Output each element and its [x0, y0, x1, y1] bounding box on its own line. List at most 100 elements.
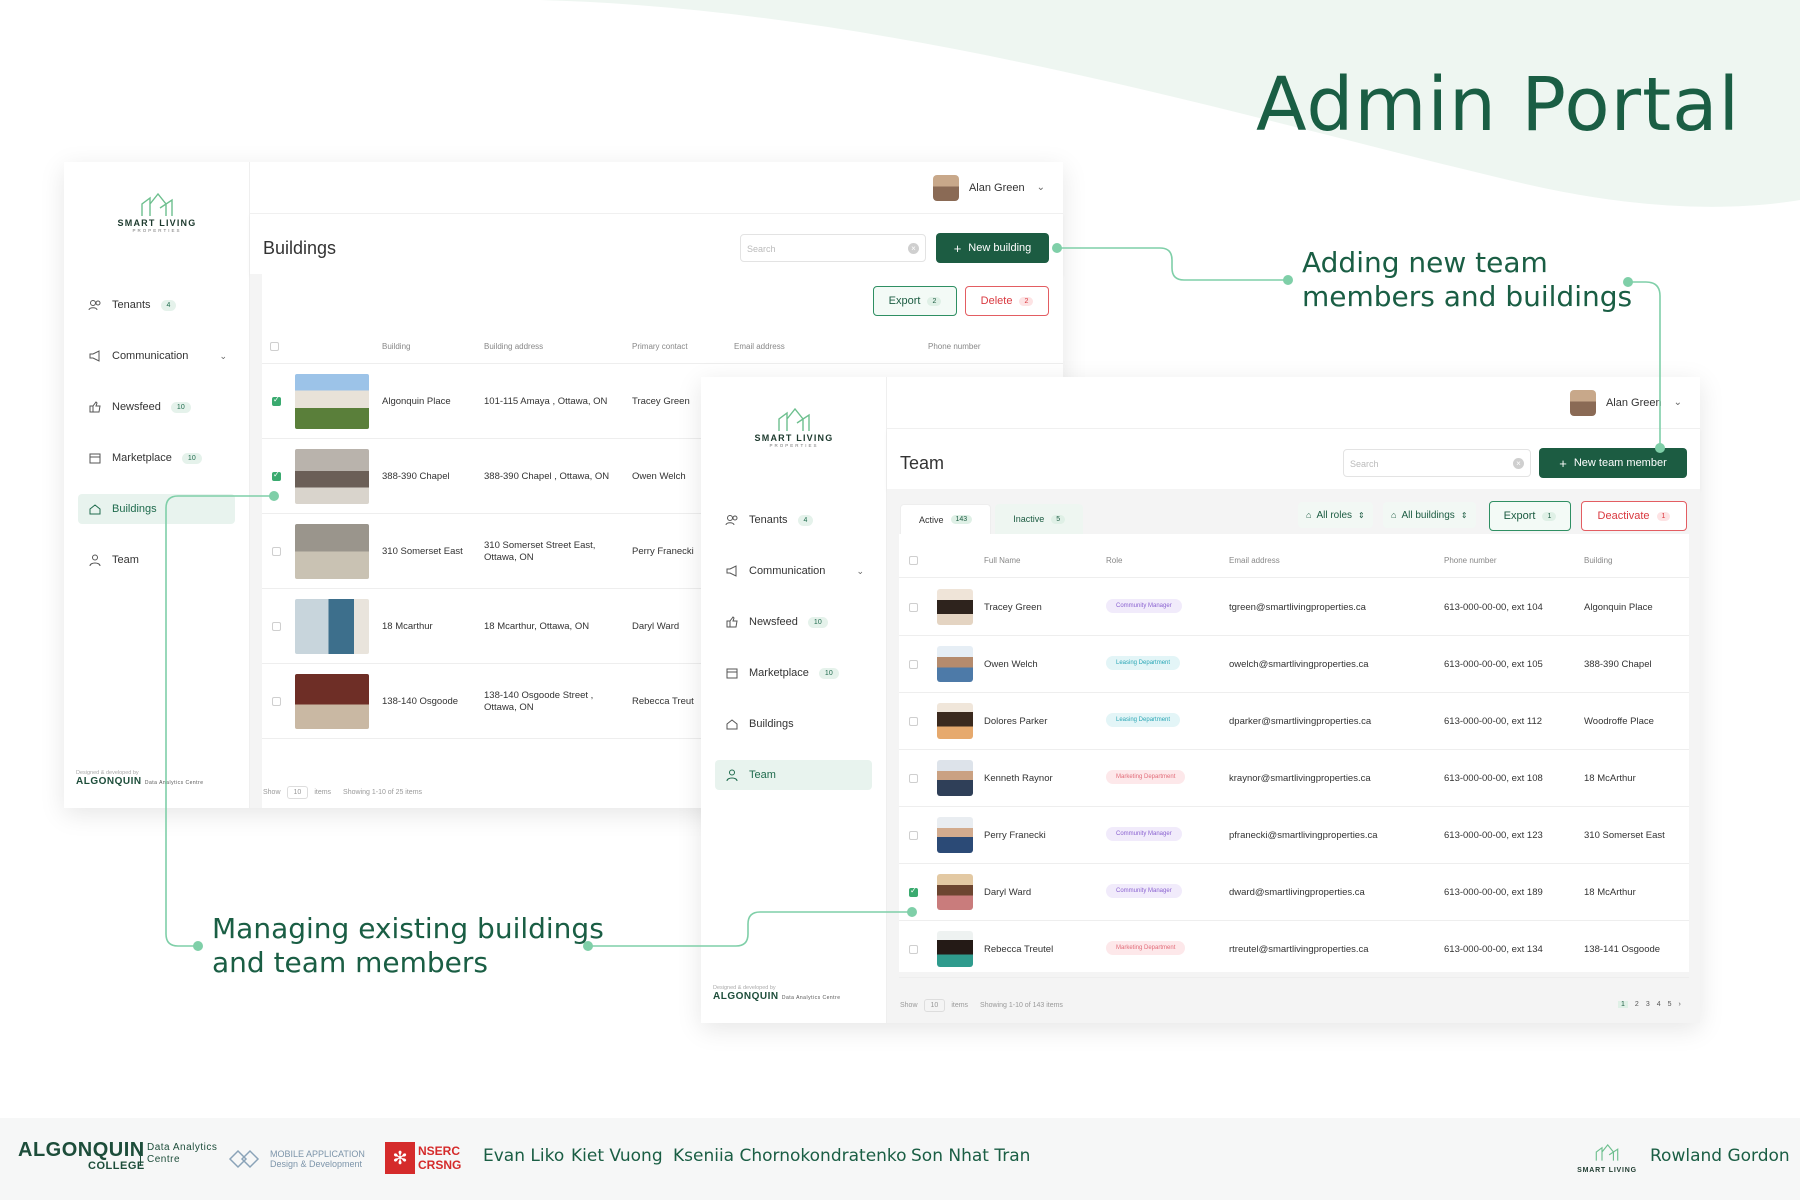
table-row[interactable]: Dolores Parker Leasing Department dparke…: [899, 693, 1689, 750]
building-name[interactable]: 310 Somerset East: [382, 546, 463, 557]
row-checkbox[interactable]: [272, 622, 281, 631]
member-email[interactable]: owelch@smartlivingproperties.ca: [1229, 659, 1369, 670]
marketplace-badge: 10: [818, 667, 839, 679]
row-checkbox[interactable]: [272, 395, 281, 406]
building-name[interactable]: 138-140 Osgoode: [382, 696, 458, 707]
table-row[interactable]: Owen Welch Leasing Department owelch@sma…: [899, 636, 1689, 693]
tab-inactive[interactable]: Inactive 5: [995, 504, 1084, 534]
row-checkbox[interactable]: [909, 660, 918, 669]
page-link[interactable]: 4: [1657, 1001, 1661, 1008]
per-page-select[interactable]: 10: [923, 999, 946, 1012]
member-email[interactable]: dward@smartlivingproperties.ca: [1229, 887, 1365, 898]
nav-item-newsfeed[interactable]: Newsfeed 10: [78, 392, 235, 422]
nav-item-buildings[interactable]: Buildings: [715, 709, 872, 739]
roles-filter[interactable]: ⌂ All roles ⇕: [1298, 502, 1373, 528]
col-building[interactable]: Building: [382, 342, 410, 351]
nav-item-buildings[interactable]: Buildings: [78, 494, 235, 524]
person-icon: [725, 768, 739, 782]
nav-item-team[interactable]: Team: [715, 760, 872, 790]
table-row[interactable]: Tracey Green Community Manager tgreen@sm…: [899, 579, 1689, 636]
row-checkbox[interactable]: [909, 774, 918, 783]
col-building[interactable]: Building: [1584, 556, 1612, 565]
building-address: 101-115 Amaya , Ottawa, ON: [484, 396, 607, 408]
nav-item-communication[interactable]: Communication ⌄: [78, 341, 235, 371]
select-all-checkbox[interactable]: [909, 556, 918, 565]
building-name[interactable]: 18 Mcarthur: [382, 621, 433, 632]
col-full-name[interactable]: Full Name: [984, 556, 1020, 565]
table-row[interactable]: Rebecca Treutel Marketing Department rtr…: [899, 921, 1689, 978]
close-icon[interactable]: ×: [1513, 458, 1524, 469]
nav-item-newsfeed[interactable]: Newsfeed 10: [715, 607, 872, 637]
building-name[interactable]: 388-390 Chapel: [382, 471, 450, 482]
next-page-icon[interactable]: ›: [1679, 1001, 1681, 1008]
chevron-down-icon[interactable]: ⌄: [1674, 397, 1682, 408]
user-name[interactable]: Alan Green: [969, 182, 1025, 194]
col-address[interactable]: Building address: [484, 342, 543, 351]
search-placeholder: Search: [1350, 459, 1379, 469]
megaphone-icon: [88, 349, 102, 363]
nav-item-team[interactable]: Team: [78, 545, 235, 575]
search-input[interactable]: Search ×: [740, 234, 926, 262]
member-email[interactable]: tgreen@smartlivingproperties.ca: [1229, 602, 1366, 613]
new-building-button[interactable]: + New building: [936, 233, 1049, 263]
row-checkbox[interactable]: [909, 886, 918, 897]
chevron-down-icon[interactable]: ⌄: [219, 351, 227, 362]
search-input[interactable]: Search ×: [1343, 449, 1531, 477]
avatar[interactable]: [932, 174, 959, 201]
export-count: 2: [927, 296, 942, 306]
member-email[interactable]: kraynor@smartlivingproperties.ca: [1229, 773, 1371, 784]
member-name[interactable]: Kenneth Raynor: [984, 773, 1053, 784]
buildings-filter[interactable]: ⌂ All buildings ⇕: [1383, 502, 1476, 528]
close-icon[interactable]: ×: [908, 243, 919, 254]
member-name[interactable]: Dolores Parker: [984, 716, 1047, 727]
nav-item-marketplace[interactable]: Marketplace 10: [715, 658, 872, 688]
tab-active[interactable]: Active 143: [900, 504, 992, 534]
member-email[interactable]: dparker@smartlivingproperties.ca: [1229, 716, 1371, 727]
row-checkbox[interactable]: [909, 831, 918, 840]
chevron-down-icon[interactable]: ⌄: [856, 566, 864, 577]
select-all-checkbox[interactable]: [270, 342, 279, 351]
page-link[interactable]: 1: [1618, 1001, 1628, 1008]
row-checkbox[interactable]: [909, 945, 918, 954]
deactivate-button[interactable]: Deactivate 1: [1581, 501, 1687, 531]
callout-adding-line-1: Adding new team: [1302, 246, 1548, 279]
nav-item-tenants[interactable]: Tenants 4: [78, 290, 235, 320]
chevron-down-icon[interactable]: ⌄: [1037, 182, 1045, 193]
home-icon: ⌂: [1306, 510, 1312, 520]
building-name[interactable]: Algonquin Place: [382, 396, 451, 407]
plus-icon: +: [1559, 455, 1567, 471]
page-link[interactable]: 2: [1635, 1001, 1639, 1008]
export-button[interactable]: Export 1: [1489, 501, 1571, 531]
nav-item-marketplace[interactable]: Marketplace 10: [78, 443, 235, 473]
delete-button[interactable]: Delete 2: [965, 286, 1049, 316]
footer-show: Show: [263, 789, 281, 796]
row-checkbox[interactable]: [272, 470, 281, 481]
row-checkbox[interactable]: [272, 547, 281, 556]
nav-item-tenants[interactable]: Tenants 4: [715, 505, 872, 535]
avatar: [937, 703, 973, 739]
nav-item-communication[interactable]: Communication ⌄: [715, 556, 872, 586]
page-link[interactable]: 5: [1668, 1001, 1672, 1008]
member-name[interactable]: Perry Franecki: [984, 830, 1046, 841]
row-checkbox[interactable]: [272, 697, 281, 706]
new-team-member-button[interactable]: + New team member: [1539, 448, 1687, 478]
export-button[interactable]: Export 2: [873, 286, 957, 316]
member-name[interactable]: Daryl Ward: [984, 887, 1031, 898]
row-checkbox[interactable]: [909, 603, 918, 612]
row-checkbox[interactable]: [909, 717, 918, 726]
per-page-select[interactable]: 10: [286, 786, 309, 799]
member-email[interactable]: pfranecki@smartlivingproperties.ca: [1229, 830, 1378, 841]
member-name[interactable]: Owen Welch: [984, 659, 1038, 670]
building-logo-icon: [778, 407, 810, 431]
page-link[interactable]: 3: [1646, 1001, 1650, 1008]
member-name[interactable]: Tracey Green: [984, 602, 1042, 613]
table-row[interactable]: Daryl Ward Community Manager dward@smart…: [899, 864, 1689, 921]
status-tabs: Active 143 Inactive 5: [900, 504, 1084, 534]
member-email[interactable]: rtreutel@smartlivingproperties.ca: [1229, 944, 1369, 955]
avatar[interactable]: [1569, 389, 1596, 416]
table-row[interactable]: Perry Franecki Community Manager pfranec…: [899, 807, 1689, 864]
member-name[interactable]: Rebecca Treutel: [984, 944, 1053, 955]
address-line: 138-140 Osgoode Street ,: [484, 690, 594, 701]
table-row[interactable]: Kenneth Raynor Marketing Department kray…: [899, 750, 1689, 807]
user-name[interactable]: Alan Green: [1606, 397, 1662, 409]
